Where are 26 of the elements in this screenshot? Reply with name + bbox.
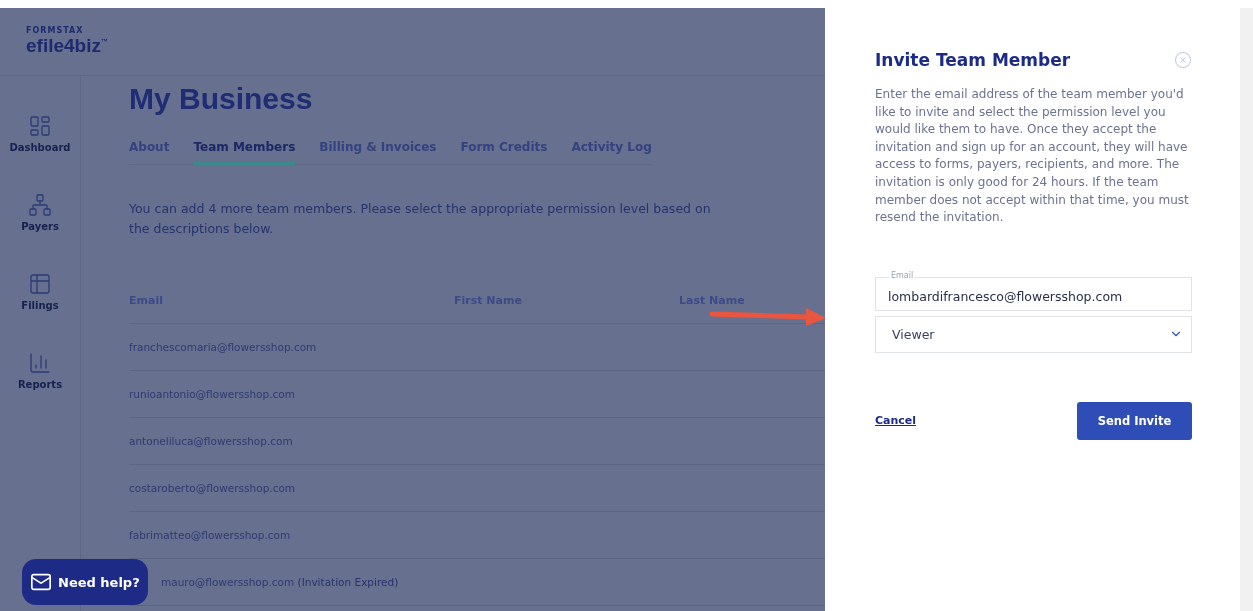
page-title: My Business bbox=[129, 82, 313, 116]
dialog-description: Enter the email address of the team member you'd like to invite and select the permission level you would like them to have. Once they accept the invitation and sign up for an account, they will have access to forms, payers, recipients, and more. The invitation is only good for 24 hours. If the team member does not accept within that time, you must resend the invitation. bbox=[875, 86, 1190, 227]
dialog-title: Invite Team Member bbox=[875, 50, 1071, 70]
sidebar-item[interactable]: Payers bbox=[21, 193, 59, 232]
email-cell: fabrimatteo@flowersshop.com bbox=[129, 529, 291, 541]
sidebar-item[interactable]: Dashboard bbox=[9, 114, 71, 153]
email-cell: antoneliluca@flowersshop.com bbox=[129, 435, 293, 447]
tab[interactable]: Team Members bbox=[193, 140, 296, 165]
intro-text: You can add 4 more team members. Please select the appropriate permission level based on the descriptions below. bbox=[129, 200, 712, 238]
org-chart-icon bbox=[28, 193, 52, 217]
bar-chart-icon bbox=[28, 351, 52, 375]
dashboard-icon bbox=[28, 114, 52, 138]
sidebar-item[interactable]: Reports bbox=[17, 351, 63, 390]
email-cell: franchescomaria@flowersshop.com bbox=[129, 341, 317, 353]
need-help-button[interactable]: Need help? bbox=[22, 559, 148, 605]
close-icon[interactable] bbox=[1174, 51, 1192, 69]
permission-select[interactable]: Viewer bbox=[875, 315, 1192, 353]
mail-icon bbox=[30, 571, 52, 593]
field-label: Email bbox=[889, 270, 916, 280]
sidebar-item[interactable]: Filings bbox=[21, 272, 59, 311]
email-cell: costaroberto@flowersshop.com bbox=[129, 482, 296, 494]
spreadsheet-icon bbox=[28, 272, 52, 296]
cancel-link[interactable]: Cancel bbox=[875, 414, 917, 428]
send-invite-button[interactable]: Send Invite bbox=[1077, 401, 1192, 440]
brand-maker: FORMSTAX bbox=[26, 26, 85, 35]
email-cell: runioantonio@flowersshop.com bbox=[129, 388, 295, 400]
